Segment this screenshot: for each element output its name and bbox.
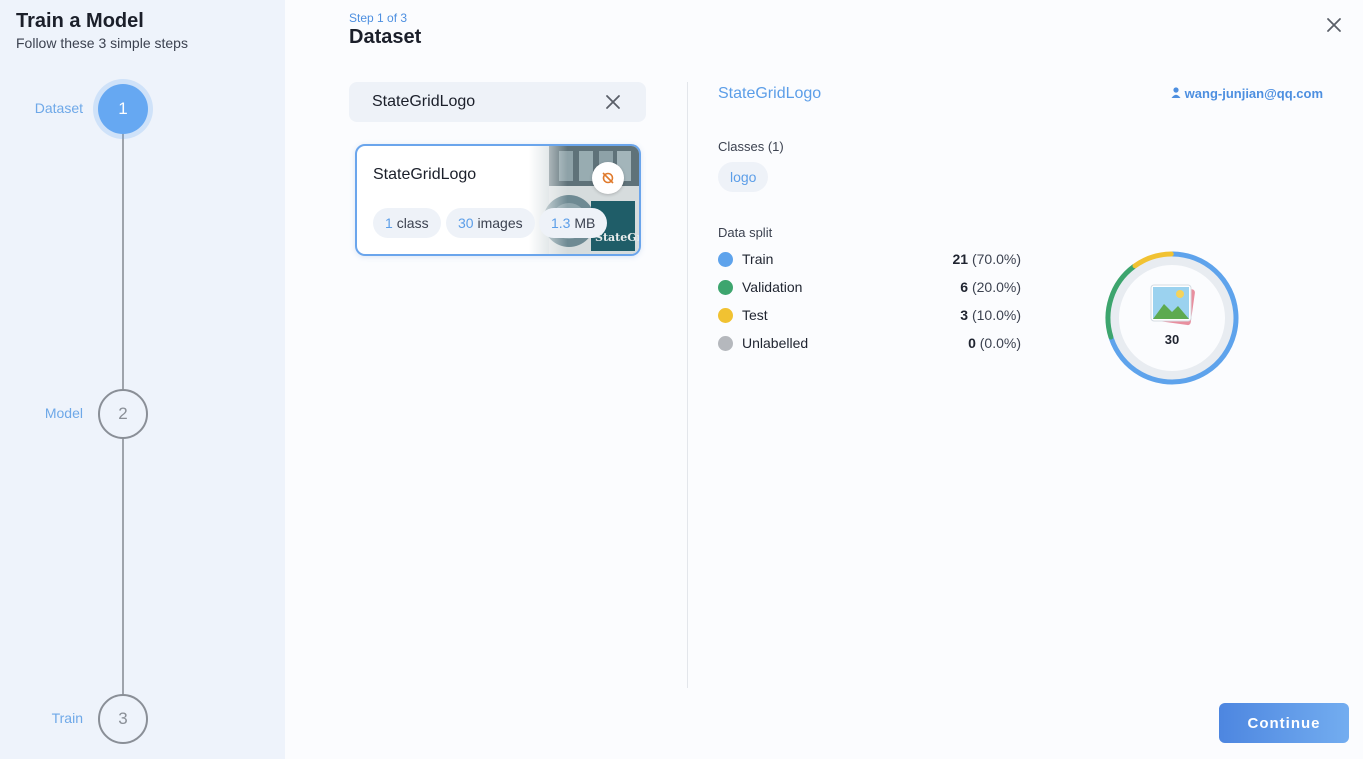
split-name: Train — [742, 251, 774, 267]
split-value: 0 (0.0%) — [968, 335, 1021, 351]
sidebar-title: Train a Model — [16, 10, 144, 32]
split-pct: (0.0%) — [979, 335, 1021, 351]
split-row-unlabelled: Unlabelled 0 (0.0%) — [718, 334, 1021, 354]
test-color-dot — [718, 308, 733, 323]
step-circle-model[interactable]: 2 — [98, 389, 148, 439]
sidebar: Train a Model Follow these 3 simple step… — [0, 0, 285, 759]
split-pct: (20.0%) — [971, 279, 1021, 295]
visibility-off-icon[interactable] — [592, 162, 624, 194]
split-count: 3 — [960, 307, 969, 323]
split-count: 0 — [968, 335, 976, 351]
close-icon[interactable] — [1322, 13, 1346, 37]
dataset-thumbnail: StateGrid — [529, 146, 639, 254]
dataset-card[interactable]: StateGrid StateGridLogo 1 class 30 image… — [355, 144, 641, 256]
image-count-pill: 30 images — [446, 208, 535, 238]
split-value: 3 (10.0%) — [960, 307, 1021, 323]
split-value: 6 (20.0%) — [960, 279, 1021, 295]
data-split-label: Data split — [718, 225, 773, 240]
image-gallery-icon — [1150, 284, 1195, 326]
continue-button[interactable]: Continue — [1219, 703, 1349, 743]
class-unit: class — [396, 215, 429, 231]
validation-color-dot — [718, 280, 733, 295]
image-count: 30 — [458, 215, 474, 231]
size-unit: MB — [574, 215, 596, 231]
classes-label: Classes (1) — [718, 139, 784, 154]
split-name: Test — [742, 307, 768, 323]
image-unit: images — [477, 215, 523, 231]
person-icon — [1171, 86, 1181, 101]
step-label-model[interactable]: Model — [3, 405, 83, 421]
step-circle-dataset[interactable]: 1 — [98, 84, 148, 134]
panel-divider — [687, 82, 688, 688]
size-value: 1.3 — [551, 215, 571, 231]
split-name: Unlabelled — [742, 335, 809, 351]
split-row-test: Test 3 (10.0%) — [718, 306, 1021, 326]
split-row-train: Train 21 (70.0%) — [718, 250, 1021, 270]
unlabelled-color-dot — [718, 336, 733, 351]
split-value: 21 (70.0%) — [953, 251, 1022, 267]
owner-email[interactable]: wang-junjian@qq.com — [1185, 86, 1323, 101]
size-pill: 1.3 MB — [539, 208, 608, 238]
dataset-card-title: StateGridLogo — [373, 166, 477, 183]
split-pct: (10.0%) — [971, 307, 1021, 323]
train-color-dot — [718, 252, 733, 267]
data-split-donut: 30 — [1105, 251, 1239, 385]
step-circle-train[interactable]: 3 — [98, 694, 148, 744]
search-value[interactable]: StateGridLogo — [372, 93, 475, 111]
dataset-search-input[interactable]: StateGridLogo — [349, 82, 646, 122]
sidebar-subtitle: Follow these 3 simple steps — [16, 35, 188, 51]
owner[interactable]: wang-junjian@qq.com — [1171, 86, 1323, 101]
split-name: Validation — [742, 279, 803, 295]
split-count: 21 — [952, 251, 969, 267]
step-label-dataset[interactable]: Dataset — [3, 100, 83, 116]
donut-total: 30 — [1165, 332, 1179, 347]
class-count: 1 — [385, 215, 393, 231]
dataset-detail-name: StateGridLogo — [718, 85, 822, 102]
step-label-train[interactable]: Train — [3, 710, 83, 726]
split-pct: (70.0%) — [971, 251, 1021, 267]
class-chip-logo[interactable]: logo — [718, 162, 769, 192]
class-count-pill: 1 class — [373, 208, 441, 238]
split-count: 6 — [960, 279, 969, 295]
step-count: Step 1 of 3 — [349, 11, 408, 25]
split-row-validation: Validation 6 (20.0%) — [718, 278, 1021, 298]
page-title: Dataset — [349, 26, 422, 48]
clear-icon[interactable] — [604, 93, 622, 111]
